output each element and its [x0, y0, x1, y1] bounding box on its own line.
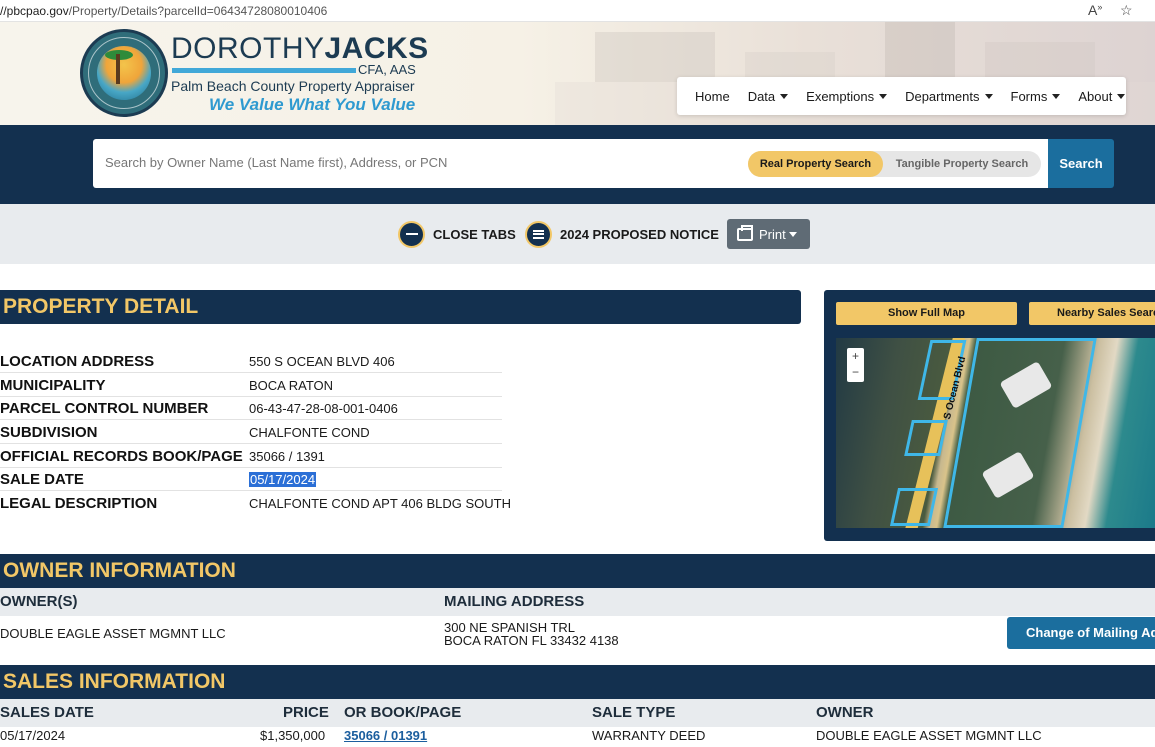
chevron-down-icon — [879, 93, 888, 99]
chevron-down-icon — [1052, 93, 1061, 99]
nearby-sales-search-button[interactable]: Nearby Sales Search — [1029, 302, 1155, 325]
zoom-out-button[interactable]: − — [847, 364, 864, 380]
book-page-link[interactable]: 35066 / 01391 — [344, 728, 427, 743]
detail-value: CHALFONTE COND APT 406 BLDG SOUTH — [249, 496, 511, 511]
chevron-down-icon — [780, 93, 789, 99]
county-seal-logo[interactable] — [80, 29, 168, 117]
star-icon[interactable]: ☆ — [1120, 2, 1133, 19]
parcel-map[interactable]: + − S Ocean Blvd — [836, 338, 1155, 528]
show-full-map-button[interactable]: Show Full Map — [836, 302, 1017, 325]
brand-name: DOROTHYJACKS — [171, 32, 429, 65]
detail-row-subdivision: SUBDIVISION CHALFONTE COND — [0, 421, 502, 444]
detail-label: LEGAL DESCRIPTION — [0, 495, 158, 512]
detail-row-sale-date: SALE DATE 05/17/2024 — [0, 468, 502, 491]
detail-row-pcn: PARCEL CONTROL NUMBER 06-43-47-28-08-001… — [0, 397, 502, 420]
chevron-down-icon — [1117, 93, 1126, 99]
change-mailing-address-button[interactable]: Change of Mailing Address — [1007, 617, 1155, 649]
owner-columns-header: OWNER(S) MAILING ADDRESS — [0, 588, 1155, 616]
read-aloud-icon[interactable]: A» — [1088, 2, 1102, 18]
sale-price-cell: $1,350,000 — [260, 728, 326, 743]
url-text[interactable]: //pbcpao.gov/Property/Details?parcelId=0… — [0, 4, 327, 18]
mailing-address-column-header: MAILING ADDRESS — [444, 593, 585, 610]
detail-label: SALE DATE — [0, 471, 84, 488]
nav-home[interactable]: Home — [695, 89, 730, 104]
close-tabs-label: CLOSE TABS — [433, 226, 516, 242]
detail-label: PARCEL CONTROL NUMBER — [0, 400, 209, 417]
sale-type-column-header: SALE TYPE — [592, 704, 676, 721]
detail-label: MUNICIPALITY — [0, 377, 106, 394]
nav-about[interactable]: About — [1078, 89, 1126, 104]
owners-column-header: OWNER(S) — [0, 593, 78, 610]
zoom-in-button[interactable]: + — [847, 348, 864, 364]
sale-date-cell: 05/17/2024 — [0, 728, 66, 743]
sales-columns-header: SALES DATE PRICE OR BOOK/PAGE SALE TYPE … — [0, 699, 1155, 727]
print-label: Print — [759, 226, 786, 242]
detail-value: BOCA RATON — [249, 378, 334, 393]
nav-forms[interactable]: Forms — [1011, 89, 1061, 104]
map-panel: Show Full Map Nearby Sales Search + − S … — [824, 290, 1155, 541]
sale-type-cell: WARRANTY DEED — [592, 728, 706, 743]
property-detail-header: PROPERTY DETAIL — [0, 290, 801, 324]
map-zoom-control: + − — [847, 348, 864, 382]
notice-icon — [525, 220, 552, 248]
brand-subtitle: Palm Beach County Property Appraiser — [171, 78, 415, 94]
parcel-outline — [904, 420, 948, 456]
detail-row-legal-description: LEGAL DESCRIPTION CHALFONTE COND APT 406… — [0, 492, 511, 515]
print-button[interactable]: Print — [727, 219, 810, 249]
brand-tagline: We Value What You Value — [209, 95, 416, 114]
sales-date-column-header: SALES DATE — [0, 704, 94, 721]
nav-departments[interactable]: Departments — [905, 89, 993, 104]
owner-name: DOUBLE EAGLE ASSET MGMNT LLC — [0, 626, 226, 641]
minus-icon — [398, 220, 425, 248]
owner-column-header: OWNER — [816, 704, 874, 721]
proposed-notice-button[interactable]: 2024 PROPOSED NOTICE — [525, 219, 719, 249]
chevron-down-icon — [984, 93, 993, 99]
detail-label: SUBDIVISION — [0, 424, 98, 441]
nav-exemptions[interactable]: Exemptions — [806, 89, 888, 104]
mailing-address-line2: BOCA RATON FL 33432 4138 — [444, 633, 619, 648]
brand-underline — [172, 68, 356, 73]
search-button[interactable]: Search — [1048, 139, 1114, 188]
main-nav: Home Data Exemptions Departments Forms A… — [677, 77, 1126, 115]
property-detail-title: PROPERTY DETAIL — [3, 295, 199, 318]
detail-value: 550 S OCEAN BLVD 406 — [249, 354, 395, 369]
chevron-down-icon — [788, 231, 797, 237]
detail-value: 35066 / 1391 — [249, 449, 325, 464]
tangible-property-search-tab[interactable]: Tangible Property Search — [883, 151, 1041, 177]
brand-credentials: CFA, AAS — [358, 62, 416, 77]
site-header: DOROTHYJACKS CFA, AAS Palm Beach County … — [0, 22, 1155, 125]
owner-information-header: OWNER INFORMATION — [0, 554, 1155, 588]
detail-value: 06-43-47-28-08-001-0406 — [249, 401, 398, 416]
parcel-outline — [889, 488, 939, 526]
detail-row-location: LOCATION ADDRESS 550 S OCEAN BLVD 406 — [0, 350, 502, 373]
price-column-header: PRICE — [283, 704, 329, 721]
detail-label: OFFICIAL RECORDS BOOK/PAGE — [0, 448, 243, 465]
detail-value-selected[interactable]: 05/17/2024 — [249, 472, 317, 487]
detail-row-municipality: MUNICIPALITY BOCA RATON — [0, 374, 502, 397]
action-toolbar: CLOSE TABS 2024 PROPOSED NOTICE Print — [0, 204, 1155, 264]
search-type-toggle: Real Property Search Tangible Property S… — [748, 151, 1041, 177]
page: //pbcpao.gov/Property/Details?parcelId=0… — [0, 0, 1155, 747]
real-property-search-tab[interactable]: Real Property Search — [748, 151, 883, 177]
book-page-column-header: OR BOOK/PAGE — [344, 704, 462, 721]
sale-owner-cell: DOUBLE EAGLE ASSET MGMNT LLC — [816, 728, 1042, 743]
sales-information-header: SALES INFORMATION — [0, 665, 1155, 699]
detail-row-book-page: OFFICIAL RECORDS BOOK/PAGE 35066 / 1391 — [0, 445, 502, 468]
owner-information-title: OWNER INFORMATION — [3, 559, 236, 582]
detail-value: CHALFONTE COND — [249, 425, 370, 440]
search-band: Search by Owner Name (Last Name first), … — [0, 125, 1155, 204]
close-tabs-button[interactable]: CLOSE TABS — [398, 219, 516, 249]
detail-label: LOCATION ADDRESS — [0, 353, 155, 370]
proposed-notice-label: 2024 PROPOSED NOTICE — [560, 226, 719, 242]
browser-address-bar[interactable]: //pbcpao.gov/Property/Details?parcelId=0… — [0, 0, 1155, 22]
nav-data[interactable]: Data — [748, 89, 789, 104]
search-placeholder: Search by Owner Name (Last Name first), … — [105, 155, 448, 170]
search-input[interactable]: Search by Owner Name (Last Name first), … — [93, 139, 1048, 188]
printer-icon — [737, 224, 753, 241]
sales-information-title: SALES INFORMATION — [3, 670, 226, 693]
